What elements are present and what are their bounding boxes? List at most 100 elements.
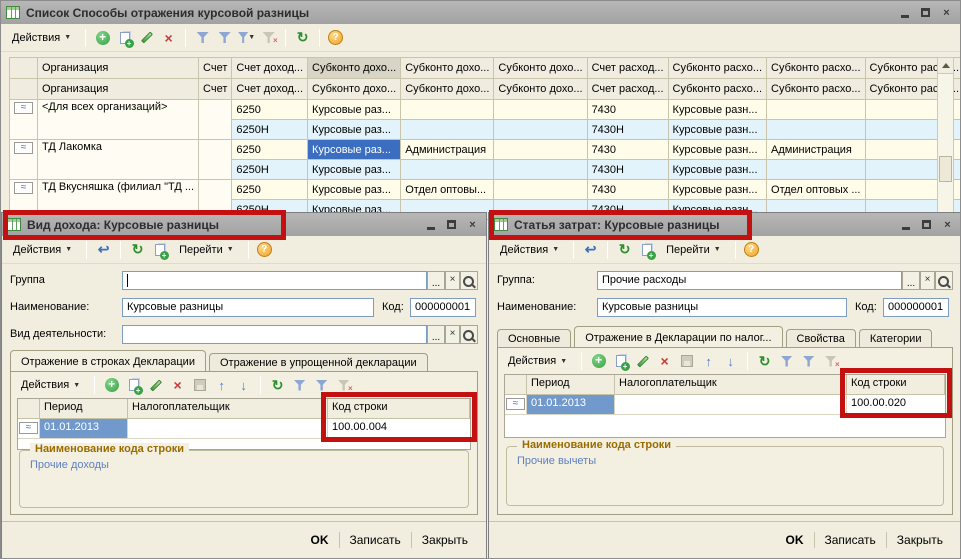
add-button[interactable]: + xyxy=(590,353,607,370)
save-button[interactable]: Записать xyxy=(815,531,886,549)
column-header[interactable]: Организация xyxy=(38,58,199,79)
column-header[interactable]: Код строки xyxy=(328,399,470,418)
table-cell[interactable]: Курсовые раз... xyxy=(308,120,401,140)
copy-button[interactable] xyxy=(612,353,629,370)
column-header[interactable]: Налогоплательщик xyxy=(615,375,847,394)
row-marker-cell[interactable]: ≈ xyxy=(10,100,38,140)
open-button[interactable] xyxy=(935,271,953,290)
table-cell[interactable] xyxy=(494,160,587,180)
taxpayer-cell[interactable] xyxy=(128,419,328,438)
column-header[interactable]: Субконто расхо... xyxy=(767,58,865,79)
selected-cell[interactable]: Курсовые раз... xyxy=(308,140,401,160)
column-header[interactable]: Счет расход... xyxy=(587,79,668,100)
column-header[interactable] xyxy=(18,399,40,418)
help-button[interactable]: ? xyxy=(257,242,272,257)
move-down-button[interactable]: ↓ xyxy=(235,377,252,394)
activity-input[interactable] xyxy=(122,325,427,344)
minimize-button[interactable] xyxy=(422,217,439,232)
edit-button[interactable] xyxy=(147,377,164,394)
actions-menu-button[interactable]: Действия▼ xyxy=(6,29,77,47)
add-button[interactable]: + xyxy=(94,29,111,46)
column-header[interactable]: Субконто расхо... xyxy=(767,79,865,100)
close-button[interactable]: × xyxy=(464,217,481,232)
refresh-button[interactable]: ↻ xyxy=(616,241,633,258)
ok-button[interactable]: OK xyxy=(776,531,814,549)
column-header[interactable]: Субконто дохо... xyxy=(308,79,401,100)
table-cell[interactable] xyxy=(767,100,865,120)
column-header[interactable]: Счет расход... xyxy=(587,58,668,79)
table-cell[interactable] xyxy=(494,180,587,200)
tab-simplified-declaration[interactable]: Отражение в упрощенной декларации xyxy=(209,353,428,372)
scroll-up-button[interactable] xyxy=(938,58,953,74)
actions-menu-button[interactable]: Действия▼ xyxy=(7,241,78,259)
code-field[interactable]: 000000001 xyxy=(883,298,949,317)
org-cell[interactable]: <Для всех организаций> xyxy=(38,100,199,140)
minimize-button[interactable] xyxy=(896,5,913,20)
choose-button[interactable]: ... xyxy=(427,325,445,344)
table-cell[interactable] xyxy=(494,120,587,140)
line-code-cell[interactable]: 100.00.004 xyxy=(328,419,470,438)
save-button[interactable]: Записать xyxy=(340,531,411,549)
write-record-button[interactable]: ↩ xyxy=(95,241,112,258)
actions-menu-button[interactable]: Действия▼ xyxy=(502,352,573,370)
table-cell[interactable] xyxy=(401,100,494,120)
copy-button[interactable] xyxy=(151,241,168,258)
copy-button[interactable] xyxy=(638,241,655,258)
table-cell[interactable] xyxy=(401,120,494,140)
table-cell[interactable]: 7430Н xyxy=(587,160,668,180)
filter-history-button[interactable]: ▼ xyxy=(238,29,255,46)
table-cell[interactable]: Курсовые раз... xyxy=(308,100,401,120)
table-cell[interactable]: 6250Н xyxy=(232,160,308,180)
table-cell[interactable]: 7430 xyxy=(587,140,668,160)
maximize-button[interactable] xyxy=(918,217,935,232)
clear-filter-button[interactable]: × xyxy=(822,353,839,370)
table-cell[interactable]: Курсовые разн... xyxy=(668,180,766,200)
copy-button[interactable] xyxy=(116,29,133,46)
refresh-button[interactable]: ↻ xyxy=(269,377,286,394)
goto-menu-button[interactable]: Перейти▼ xyxy=(173,241,240,259)
table-cell[interactable]: Администрация xyxy=(767,140,865,160)
add-button[interactable]: + xyxy=(103,377,120,394)
move-up-button[interactable]: ↑ xyxy=(213,377,230,394)
column-header[interactable]: Субконто дохо... xyxy=(494,58,587,79)
group-input[interactable]: Прочие расходы xyxy=(597,271,902,290)
clear-icon[interactable]: × xyxy=(920,271,935,290)
table-cell[interactable]: 7430 xyxy=(587,180,668,200)
code-field[interactable]: 000000001 xyxy=(410,298,476,317)
column-header[interactable]: Код строки xyxy=(847,375,945,394)
line-code-cell[interactable]: 100.00.020 xyxy=(847,395,945,414)
row-marker-cell[interactable]: ≈ xyxy=(10,140,38,180)
name-input[interactable]: Курсовые разницы xyxy=(122,298,374,317)
table-cell[interactable] xyxy=(767,160,865,180)
refresh-button[interactable]: ↻ xyxy=(129,241,146,258)
table-cell[interactable] xyxy=(494,100,587,120)
close-button[interactable]: × xyxy=(938,5,955,20)
filter-by-value-button[interactable] xyxy=(216,29,233,46)
scroll-thumb[interactable] xyxy=(939,156,952,182)
refresh-button[interactable]: ↻ xyxy=(756,353,773,370)
account-cell[interactable] xyxy=(199,140,232,180)
table-cell[interactable]: Курсовые раз... xyxy=(308,160,401,180)
table-cell[interactable]: Курсовые разн... xyxy=(668,120,766,140)
column-header[interactable]: Субконто дохо... xyxy=(401,58,494,79)
account-cell[interactable] xyxy=(199,100,232,140)
ok-button[interactable]: OK xyxy=(301,531,339,549)
move-down-button[interactable]: ↓ xyxy=(722,353,739,370)
filter-by-value-button[interactable] xyxy=(800,353,817,370)
table-cell[interactable]: 6250 xyxy=(232,140,308,160)
group-input[interactable] xyxy=(122,271,427,290)
filter-by-value-button[interactable] xyxy=(313,377,330,394)
move-up-button[interactable]: ↑ xyxy=(700,353,717,370)
taxpayer-cell[interactable] xyxy=(615,395,847,414)
finish-edit-button-disabled[interactable] xyxy=(191,377,208,394)
maximize-button[interactable] xyxy=(443,217,460,232)
tab-properties[interactable]: Свойства xyxy=(786,329,856,348)
delete-button[interactable]: × xyxy=(160,29,177,46)
row-marker-cell[interactable]: ≈ xyxy=(18,419,40,438)
choose-button[interactable]: ... xyxy=(902,271,920,290)
close-window-button[interactable]: Закрыть xyxy=(412,531,478,549)
column-header[interactable]: Период xyxy=(40,399,128,418)
edit-button[interactable] xyxy=(634,353,651,370)
actions-menu-button[interactable]: Действия▼ xyxy=(15,376,86,394)
table-cell[interactable]: Курсовые раз... xyxy=(308,180,401,200)
